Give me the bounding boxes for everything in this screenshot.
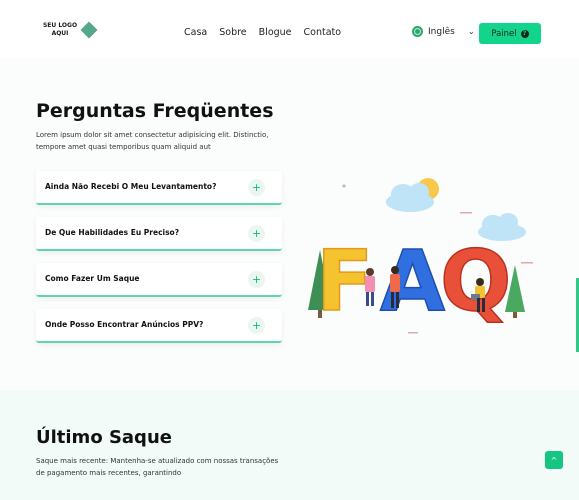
faq-item-4[interactable]: Onde Posso Encontrar Anúncios PPV? + xyxy=(36,309,282,343)
faq-item-2[interactable]: De Que Habilidades Eu Preciso? + xyxy=(36,217,282,251)
cloud-icon xyxy=(386,183,434,212)
language-selector[interactable]: Inglês xyxy=(412,26,455,37)
nav-item-blogue[interactable]: Blogue xyxy=(259,27,292,38)
painel-button-label: Painel xyxy=(491,28,517,39)
scroll-to-top-button[interactable]: ^ xyxy=(545,451,563,469)
globe-icon xyxy=(412,26,423,37)
faq-illustration: F A Q xyxy=(308,178,533,334)
arrow-up-icon: ^ xyxy=(550,455,558,465)
logo-diamond-icon xyxy=(80,21,98,39)
site-header: SEU LOGO AQUI Casa Sobre Blogue Contato … xyxy=(0,0,579,58)
plus-icon[interactable]: + xyxy=(248,317,265,334)
latest-withdraw-title: Último Saque xyxy=(36,427,172,448)
main-nav: Casa Sobre Blogue Contato xyxy=(184,27,341,38)
logo-line-2: AQUI xyxy=(51,30,69,37)
faq-question: Onde Posso Encontrar Anúncios PPV? xyxy=(45,320,204,329)
logo-text: SEU LOGO AQUI xyxy=(40,22,80,38)
latest-withdraw-description: Saque mais recente: Mantenha-se atualiza… xyxy=(36,457,279,477)
letter-q: Q xyxy=(440,232,511,330)
letter-a: A xyxy=(380,232,445,330)
question-circle-icon: ? xyxy=(520,29,529,38)
plus-icon[interactable]: + xyxy=(248,271,265,288)
faq-item-1[interactable]: Ainda Não Recebi O Meu Levantamento? + xyxy=(36,171,282,205)
chevron-down-icon[interactable]: ⌄ xyxy=(468,27,475,36)
logo-line-1: SEU LOGO xyxy=(42,22,78,29)
faq-title: Perguntas Freqüentes xyxy=(36,100,274,122)
plus-icon[interactable]: + xyxy=(248,225,265,242)
faq-item-3[interactable]: Como Fazer Um Saque + xyxy=(36,263,282,297)
nav-item-contato[interactable]: Contato xyxy=(304,27,342,38)
faq-question: Como Fazer Um Saque xyxy=(45,274,140,283)
faq-question: De Que Habilidades Eu Preciso? xyxy=(45,228,180,237)
letter-f: F xyxy=(316,232,373,330)
language-label: Inglês xyxy=(428,26,455,37)
nav-item-sobre[interactable]: Sobre xyxy=(219,27,246,38)
plus-icon[interactable]: + xyxy=(248,179,265,196)
faq-question: Ainda Não Recebi O Meu Levantamento? xyxy=(45,182,217,191)
nav-item-casa[interactable]: Casa xyxy=(184,27,207,38)
painel-button[interactable]: Painel ? xyxy=(479,23,541,44)
site-logo[interactable]: SEU LOGO AQUI xyxy=(40,21,98,39)
faq-description: Lorem ipsum dolor sit amet consectetur a… xyxy=(36,131,269,151)
